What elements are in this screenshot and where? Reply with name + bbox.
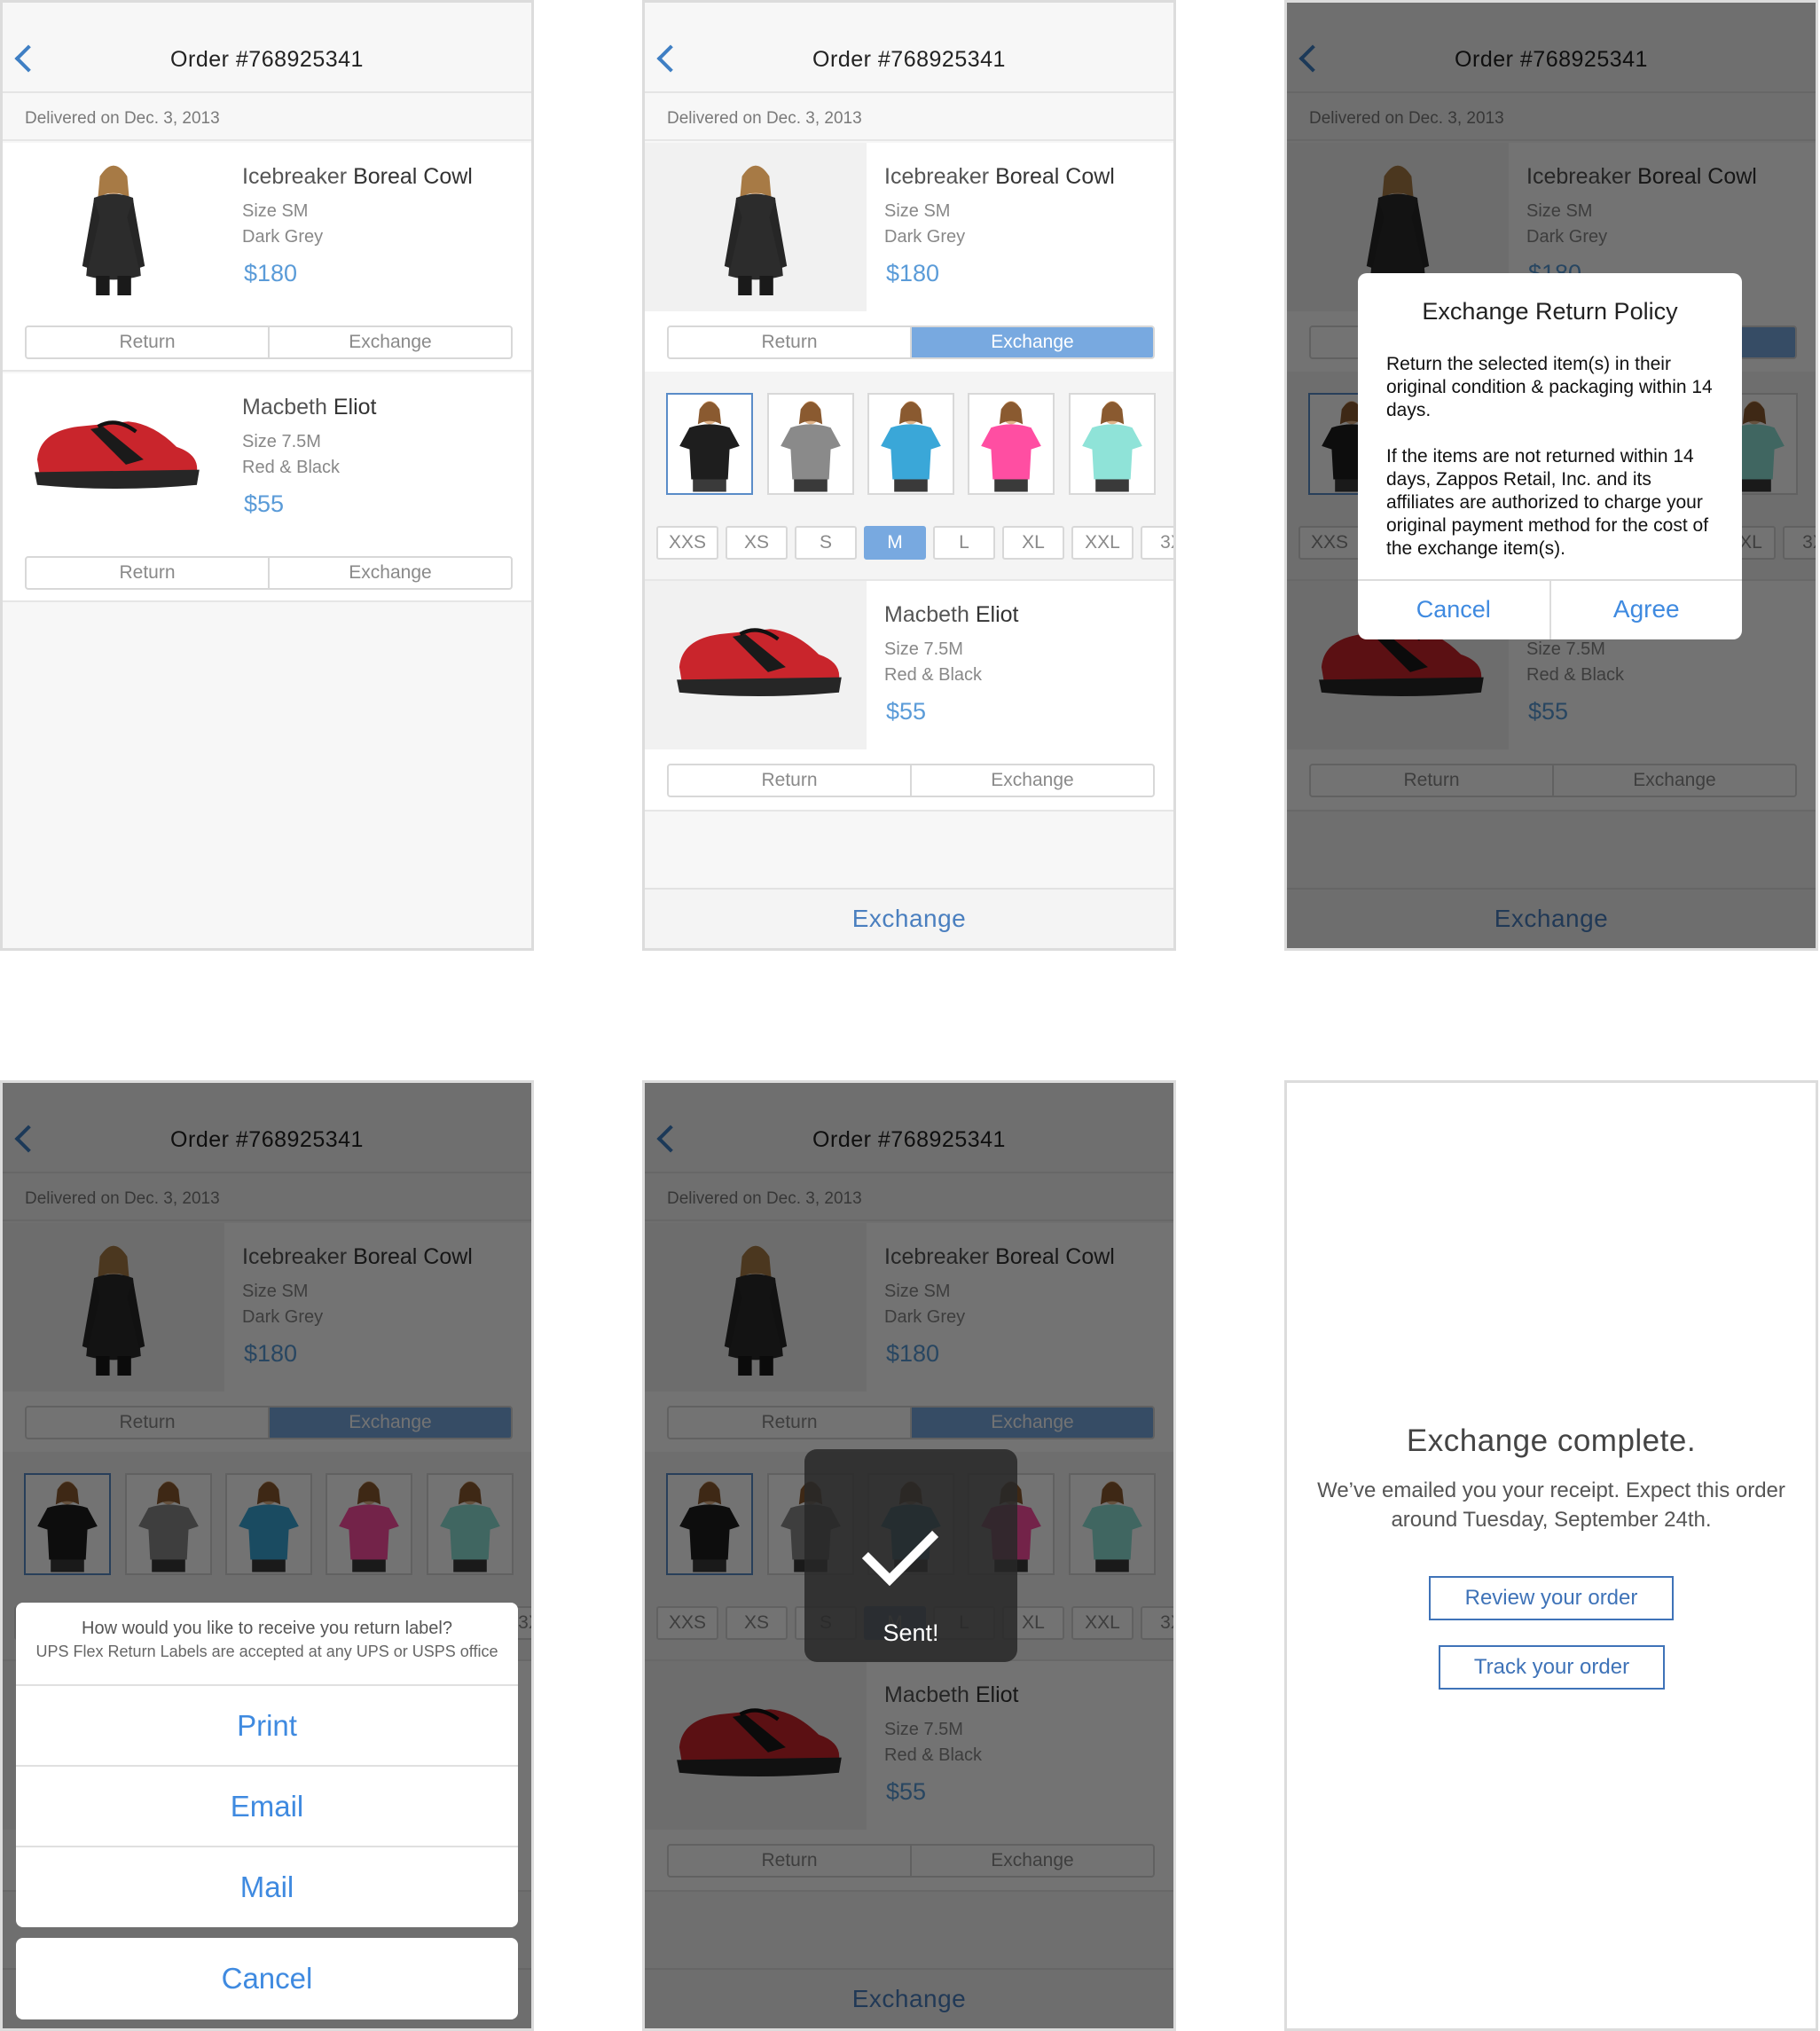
order-item: Icebreaker Boreal Cowl Size SM Dark Grey… — [3, 143, 531, 372]
page-title: Order #768925341 — [170, 47, 364, 72]
exchange-submit-button[interactable]: Exchange — [645, 888, 1173, 948]
action-sheet-question: How would you like to receive you return… — [82, 1619, 452, 1638]
dialog-title: Exchange Return Policy — [1422, 298, 1678, 325]
action-sheet-header: How would you like to receive you return… — [16, 1603, 518, 1686]
exchange-button[interactable]: Exchange — [912, 765, 1153, 796]
item-size: Size SM — [242, 201, 309, 221]
size-option-selected[interactable]: M — [864, 526, 926, 560]
tee-image — [981, 401, 1041, 492]
item-name: Macbeth Eliot — [884, 602, 1019, 627]
size-option[interactable]: XXL — [1071, 526, 1134, 560]
cancel-button[interactable]: Cancel — [1358, 581, 1551, 639]
item-name: Icebreaker Boreal Cowl — [884, 164, 1115, 189]
item-price: $180 — [886, 260, 940, 286]
tee-image — [1082, 401, 1142, 492]
return-button[interactable]: Return — [669, 327, 912, 357]
dialog-body: Return the selected item(s) in their ori… — [1386, 353, 1719, 584]
screen-order-detail: Order #768925341 Delivered on Dec. 3, 20… — [0, 0, 534, 951]
item-color: Red & Black — [242, 458, 341, 477]
checkmark-icon — [861, 1509, 939, 1587]
color-swatch[interactable] — [767, 393, 854, 495]
policy-text: Return the selected item(s) in their ori… — [1386, 354, 1713, 420]
exchange-button[interactable]: Exchange — [270, 558, 511, 588]
exchange-button[interactable]: Exchange — [912, 327, 1153, 357]
item-price: $55 — [886, 698, 927, 725]
product-image — [82, 165, 145, 295]
print-option[interactable]: Print — [16, 1686, 518, 1767]
email-option[interactable]: Email — [16, 1767, 518, 1847]
exchange-button[interactable]: Exchange — [270, 327, 511, 357]
color-swatch[interactable] — [867, 393, 954, 495]
item-price: $55 — [244, 490, 285, 517]
review-order-button[interactable]: Review your order — [1429, 1576, 1674, 1620]
policy-text: If the items are not returned within 14 … — [1386, 446, 1709, 559]
nav-bar: Order #768925341 — [3, 3, 531, 93]
order-item: Icebreaker Boreal Cowl Size SM Dark Grey… — [645, 143, 1173, 372]
screen-exchange-select: Order #768925341 Delivered on Dec. 3, 20… — [642, 0, 1176, 951]
screen-sent-toast: Order #768925341 Delivered on Dec. 3, 20… — [642, 1080, 1176, 2031]
complete-title: Exchange complete. — [1406, 1423, 1697, 1458]
product-image — [3, 373, 224, 542]
tee-image — [679, 401, 740, 492]
size-option[interactable]: S — [795, 526, 857, 560]
size-option[interactable]: L — [933, 526, 995, 560]
item-size: Size SM — [884, 201, 951, 221]
color-swatch[interactable] — [666, 393, 753, 495]
color-swatch[interactable] — [968, 393, 1055, 495]
return-exchange-control: Return Exchange — [25, 556, 513, 590]
order-item: Macbeth Eliot Size 7.5M Red & Black $55 … — [645, 581, 1173, 812]
complete-message: We’ve emailed you your receipt. Expect t… — [1317, 1478, 1785, 1532]
nav-bar: Order #768925341 — [645, 3, 1173, 93]
return-exchange-control: Return Exchange — [25, 325, 513, 359]
size-option[interactable]: 3X — [1141, 526, 1173, 560]
item-size: Size 7.5M — [884, 639, 963, 659]
sent-toast: Sent! — [804, 1449, 1017, 1662]
size-option[interactable]: XXS — [656, 526, 718, 560]
return-exchange-control: Return Exchange — [667, 764, 1155, 797]
item-size: Size 7.5M — [242, 432, 321, 451]
delivered-date: Delivered on Dec. 3, 2013 — [645, 95, 1173, 141]
item-name: Macbeth Eliot — [242, 395, 377, 420]
page-title: Order #768925341 — [812, 47, 1006, 72]
mail-option[interactable]: Mail — [16, 1847, 518, 1927]
color-swatch[interactable] — [1069, 393, 1156, 495]
size-option[interactable]: XL — [1002, 526, 1064, 560]
tee-image — [881, 401, 941, 492]
dialog-buttons: Cancel Agree — [1358, 579, 1742, 639]
agree-button[interactable]: Agree — [1551, 581, 1743, 639]
screen-label-sheet: Order #768925341 Delivered on Dec. 3, 20… — [0, 1080, 534, 2031]
order-item: Macbeth Eliot Size 7.5M Red & Black $55 … — [3, 373, 531, 602]
item-color: Red & Black — [884, 665, 983, 685]
screen-policy-dialog: Order #768925341 Delivered on Dec. 3, 20… — [1284, 0, 1818, 951]
screen-exchange-complete: Exchange complete. We’ve emailed you you… — [1284, 1080, 1818, 2031]
color-swatch-row — [645, 372, 1173, 514]
return-exchange-control: Return Exchange — [667, 325, 1155, 359]
return-button[interactable]: Return — [27, 558, 270, 588]
track-order-button[interactable]: Track your order — [1439, 1645, 1665, 1690]
item-color: Dark Grey — [884, 227, 966, 247]
product-image — [645, 581, 867, 749]
size-selector: XXS XS S M L XL XXL 3X — [645, 514, 1173, 581]
policy-dialog: Exchange Return Policy Return the select… — [1358, 273, 1742, 639]
item-name: Icebreaker Boreal Cowl — [242, 164, 473, 189]
action-sheet: How would you like to receive you return… — [16, 1603, 518, 1927]
return-button[interactable]: Return — [27, 327, 270, 357]
item-price: $180 — [244, 260, 298, 286]
action-sheet-subtitle: UPS Flex Return Labels are accepted at a… — [35, 1643, 498, 1660]
size-option[interactable]: XS — [726, 526, 788, 560]
toast-label: Sent! — [883, 1619, 939, 1646]
product-image — [645, 143, 867, 311]
action-sheet-cancel-button[interactable]: Cancel — [16, 1938, 518, 2019]
complete-view: Exchange complete. We’ve emailed you you… — [1287, 1083, 1816, 2028]
return-button[interactable]: Return — [669, 765, 912, 796]
item-color: Dark Grey — [242, 227, 324, 247]
tee-image — [781, 401, 841, 492]
delivered-date: Delivered on Dec. 3, 2013 — [3, 95, 531, 141]
